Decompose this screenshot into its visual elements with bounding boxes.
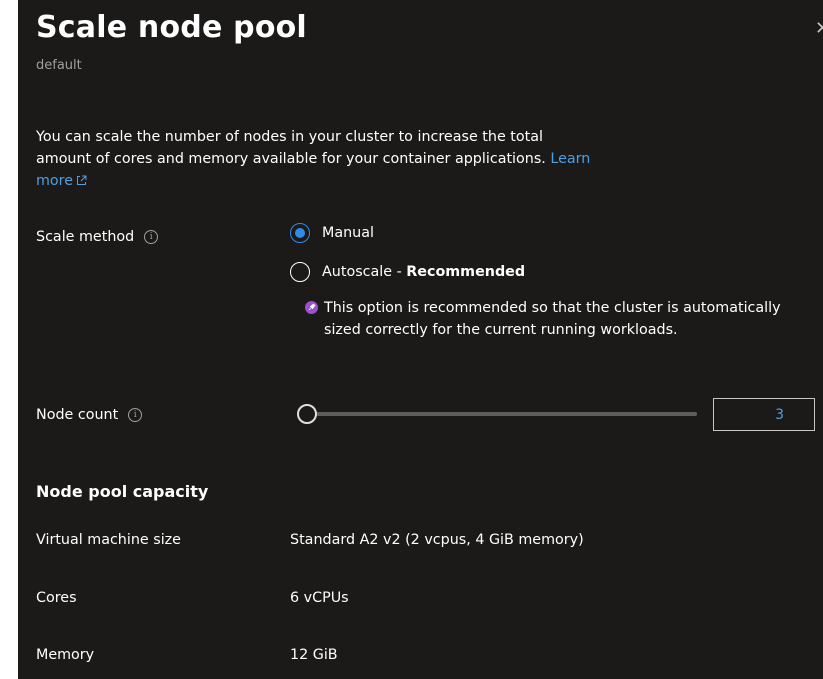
capacity-heading: Node pool capacity xyxy=(36,482,209,501)
radio-manual-label: Manual xyxy=(322,225,374,241)
description: You can scale the number of nodes in you… xyxy=(36,126,596,193)
radio-autoscale[interactable]: Autoscale - Recommended xyxy=(290,262,525,282)
info-icon[interactable]: i xyxy=(144,230,159,244)
node-count-label: Node count i xyxy=(36,407,143,423)
rocket-icon xyxy=(305,301,318,314)
recommended-tag: Recommended xyxy=(406,264,526,280)
radio-autoscale-indicator[interactable] xyxy=(290,262,310,282)
radio-autoscale-label-text: Autoscale - xyxy=(322,264,407,280)
memory-value: 12 GiB xyxy=(290,647,338,663)
page-title: Scale node pool xyxy=(36,10,307,45)
page-subtitle: default xyxy=(36,58,82,73)
vm-size-label: Virtual machine size xyxy=(36,532,181,548)
slider-thumb[interactable] xyxy=(297,404,317,424)
slider-track[interactable] xyxy=(307,412,697,416)
external-link-icon xyxy=(76,171,87,193)
recommendation-note: This option is recommended so that the c… xyxy=(305,297,795,341)
node-count-input[interactable] xyxy=(713,398,815,431)
radio-manual[interactable]: Manual xyxy=(290,223,374,243)
radio-selected-dot xyxy=(295,228,305,238)
description-text: You can scale the number of nodes in you… xyxy=(36,129,546,167)
node-count-label-text: Node count xyxy=(36,407,119,423)
scale-node-pool-panel: Scale node pool default ✕ You can scale … xyxy=(18,0,823,679)
cores-value: 6 vCPUs xyxy=(290,590,349,606)
radio-autoscale-label: Autoscale - Recommended xyxy=(322,264,525,280)
radio-manual-indicator[interactable] xyxy=(290,223,310,243)
scale-method-label-text: Scale method xyxy=(36,229,135,245)
recommendation-text: This option is recommended so that the c… xyxy=(324,300,781,338)
node-count-slider[interactable] xyxy=(297,404,697,424)
close-icon[interactable]: ✕ xyxy=(815,20,823,38)
memory-label: Memory xyxy=(36,647,95,663)
scale-method-label: Scale method i xyxy=(36,229,159,245)
vm-size-value: Standard A2 v2 (2 vcpus, 4 GiB memory) xyxy=(290,532,584,548)
info-icon[interactable]: i xyxy=(128,408,143,422)
cores-label: Cores xyxy=(36,590,77,606)
